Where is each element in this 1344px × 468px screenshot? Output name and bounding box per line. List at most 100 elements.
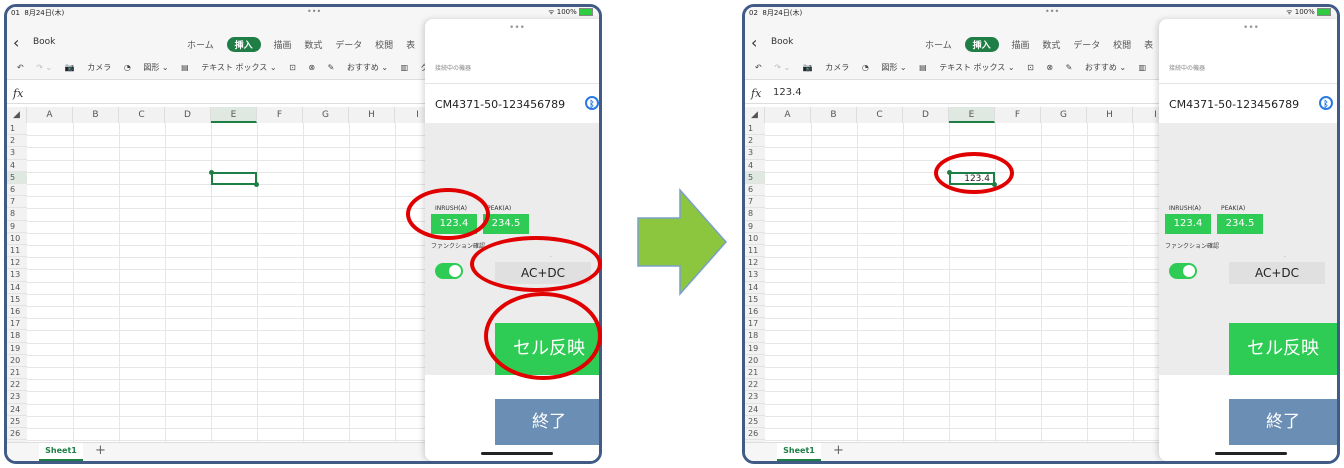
panel-dots[interactable]: ••• — [1159, 23, 1337, 33]
icons-icon[interactable]: ⊗ — [1046, 57, 1053, 79]
multitask-dots[interactable]: ••• — [307, 7, 321, 16]
selection-handle[interactable] — [254, 182, 259, 187]
tab-insert[interactable]: 挿入 — [226, 37, 261, 52]
column-header-h[interactable]: H — [1087, 107, 1133, 123]
row-header-4[interactable]: 4 — [7, 159, 27, 172]
tab-home[interactable]: ホーム — [925, 38, 952, 51]
row-header-23[interactable]: 23 — [7, 391, 27, 404]
column-header-e[interactable]: E — [211, 107, 257, 123]
row-header-5[interactable]: 5 — [7, 171, 27, 184]
row-header-26[interactable]: 26 — [745, 428, 765, 441]
row-header-5[interactable]: 5 — [745, 171, 765, 184]
column-header-f[interactable]: F — [995, 107, 1041, 123]
sheet-tab[interactable]: Sheet1 — [39, 443, 83, 461]
column-header-g[interactable]: G — [1041, 107, 1087, 123]
tab-formulas[interactable]: 数式 — [1042, 38, 1060, 51]
multitask-dots[interactable]: ••• — [1045, 7, 1059, 16]
undo-icon[interactable]: ↶ — [755, 57, 762, 79]
column-header-d[interactable]: D — [903, 107, 949, 123]
row-header-13[interactable]: 13 — [7, 269, 27, 282]
row-header-18[interactable]: 18 — [745, 330, 765, 343]
row-header-4[interactable]: 4 — [745, 159, 765, 172]
recommend-button[interactable]: ✎ おすすめ ⌄ — [328, 57, 389, 79]
row-header-20[interactable]: 20 — [745, 354, 765, 367]
undo-icon[interactable]: ↶ — [17, 57, 24, 79]
tab-home[interactable]: ホーム — [187, 38, 214, 51]
row-header-7[interactable]: 7 — [7, 196, 27, 209]
device-row[interactable]: CM4371-50-123456789 ᛒ — [1159, 83, 1337, 125]
column-header-b[interactable]: B — [811, 107, 857, 123]
tab-review[interactable]: 校閲 — [1113, 38, 1131, 51]
select-all-corner[interactable]: ◢ — [7, 107, 27, 123]
panel-dots[interactable]: ••• — [425, 23, 599, 33]
row-header-9[interactable]: 9 — [7, 220, 27, 233]
tab-data[interactable]: データ — [1073, 38, 1100, 51]
row-header-6[interactable]: 6 — [745, 184, 765, 197]
icons-icon[interactable]: ⊗ — [308, 57, 315, 79]
picture-icon[interactable]: ⊡ — [289, 57, 296, 79]
row-header-14[interactable]: 14 — [7, 281, 27, 294]
row-header-25[interactable]: 25 — [7, 415, 27, 428]
end-button[interactable]: 終了 — [1229, 399, 1337, 445]
column-header-b[interactable]: B — [73, 107, 119, 123]
row-header-25[interactable]: 25 — [745, 415, 765, 428]
row-header-17[interactable]: 17 — [7, 318, 27, 331]
sheet-tab[interactable]: Sheet1 — [777, 443, 821, 461]
shapes-button[interactable]: ◔ 図形 ⌄ — [862, 57, 907, 79]
tab-insert[interactable]: 挿入 — [964, 37, 999, 52]
device-row[interactable]: CM4371-50-123456789 ᛒ — [425, 83, 599, 125]
row-header-23[interactable]: 23 — [745, 391, 765, 404]
shapes-button[interactable]: ◔ 図形 ⌄ — [124, 57, 169, 79]
camera-button[interactable]: 📷 カメラ — [803, 57, 850, 79]
row-header-8[interactable]: 8 — [7, 208, 27, 221]
row-header-19[interactable]: 19 — [7, 342, 27, 355]
row-header-12[interactable]: 12 — [7, 257, 27, 270]
tab-review[interactable]: 校閲 — [375, 38, 393, 51]
row-header-1[interactable]: 1 — [745, 123, 765, 136]
function-toggle[interactable] — [435, 263, 463, 279]
add-sheet-button[interactable]: + — [95, 443, 106, 459]
column-header-c[interactable]: C — [857, 107, 903, 123]
add-sheet-button[interactable]: + — [833, 443, 844, 459]
picture-icon[interactable]: ⊡ — [1027, 57, 1034, 79]
selected-cell-e5[interactable] — [211, 171, 257, 185]
row-header-19[interactable]: 19 — [745, 342, 765, 355]
row-header-1[interactable]: 1 — [7, 123, 27, 136]
tab-view[interactable]: 表 — [406, 38, 415, 51]
row-header-10[interactable]: 10 — [7, 232, 27, 245]
column-header-a[interactable]: A — [27, 107, 73, 123]
redo-icon[interactable]: ↷ ⌄ — [774, 57, 790, 79]
formula-value[interactable]: 123.4 — [773, 87, 802, 98]
row-header-24[interactable]: 24 — [7, 403, 27, 416]
tab-view[interactable]: 表 — [1144, 38, 1153, 51]
row-header-16[interactable]: 16 — [7, 306, 27, 319]
function-toggle[interactable] — [1169, 263, 1197, 279]
row-header-11[interactable]: 11 — [7, 245, 27, 258]
row-header-15[interactable]: 15 — [7, 293, 27, 306]
row-header-2[interactable]: 2 — [745, 135, 765, 148]
row-header-18[interactable]: 18 — [7, 330, 27, 343]
row-header-24[interactable]: 24 — [745, 403, 765, 416]
chevron-left-icon[interactable]: ‹ — [751, 33, 757, 52]
row-header-16[interactable]: 16 — [745, 306, 765, 319]
row-header-13[interactable]: 13 — [745, 269, 765, 282]
end-button[interactable]: 終了 — [495, 399, 599, 445]
column-header-f[interactable]: F — [257, 107, 303, 123]
row-header-17[interactable]: 17 — [745, 318, 765, 331]
row-header-3[interactable]: 3 — [7, 147, 27, 160]
row-header-15[interactable]: 15 — [745, 293, 765, 306]
redo-icon[interactable]: ↷ ⌄ — [36, 57, 52, 79]
row-header-20[interactable]: 20 — [7, 354, 27, 367]
row-header-2[interactable]: 2 — [7, 135, 27, 148]
column-header-d[interactable]: D — [165, 107, 211, 123]
cell-reflect-button[interactable]: セル反映 — [1229, 323, 1337, 375]
row-header-21[interactable]: 21 — [7, 367, 27, 380]
chevron-left-icon[interactable]: ‹ — [13, 33, 19, 52]
select-all-corner[interactable]: ◢ — [745, 107, 765, 123]
tab-draw[interactable]: 描画 — [274, 38, 292, 51]
row-header-11[interactable]: 11 — [745, 245, 765, 258]
row-header-14[interactable]: 14 — [745, 281, 765, 294]
tab-formulas[interactable]: 数式 — [304, 38, 322, 51]
row-header-7[interactable]: 7 — [745, 196, 765, 209]
row-header-8[interactable]: 8 — [745, 208, 765, 221]
